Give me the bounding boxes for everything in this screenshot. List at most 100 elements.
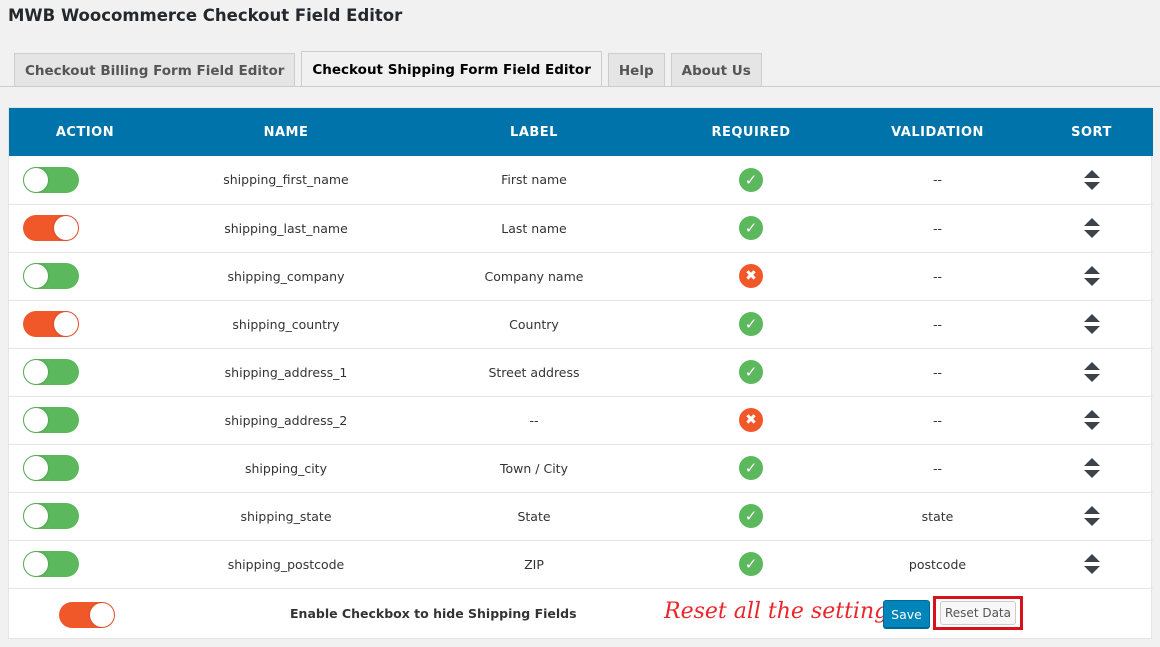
hide-shipping-toggle[interactable]	[59, 602, 115, 628]
check-circle-icon: ✓	[739, 504, 763, 528]
sort-cell	[1030, 396, 1153, 444]
tab-shipping-editor[interactable]: Checkout Shipping Form Field Editor	[301, 51, 602, 87]
col-header-validation: VALIDATION	[891, 124, 984, 140]
check-circle-icon: ✓	[739, 456, 763, 480]
field-enable-toggle[interactable]	[23, 503, 79, 529]
field-label: --	[529, 412, 539, 428]
sort-arrows-icon[interactable]	[1082, 265, 1102, 287]
sort-arrows-icon[interactable]	[1082, 409, 1102, 431]
sort-cell	[1030, 348, 1153, 396]
check-circle-icon: ✓	[739, 216, 763, 240]
col-header-label: LABEL	[510, 124, 558, 140]
required-cell: ✖	[657, 396, 845, 444]
field-name: shipping_city	[244, 460, 327, 476]
field-enable-toggle[interactable]	[23, 359, 79, 385]
field-name: shipping_company	[227, 268, 345, 284]
required-cell: ✓	[657, 444, 845, 492]
toggle-knob	[90, 603, 114, 627]
sort-arrows-icon[interactable]	[1082, 313, 1102, 335]
table-header-row: ACTION NAME LABEL REQUIRED VALIDATION SO…	[9, 108, 1153, 156]
sort-cell	[1030, 156, 1153, 204]
required-cell: ✓	[657, 204, 845, 252]
required-cell: ✖	[657, 252, 845, 300]
toggle-knob	[24, 167, 48, 192]
sort-arrows-icon[interactable]	[1082, 457, 1102, 479]
col-header-name: NAME	[263, 124, 309, 140]
sort-arrows-icon[interactable]	[1082, 553, 1102, 575]
field-name: shipping_country	[232, 316, 340, 332]
sort-cell	[1030, 252, 1153, 300]
check-circle-icon: ✓	[739, 312, 763, 336]
save-button[interactable]: Save	[883, 600, 930, 628]
action-cell	[9, 252, 161, 300]
field-enable-toggle[interactable]	[23, 407, 79, 433]
page-title: MWB Woocommerce Checkout Field Editor	[8, 6, 403, 25]
required-cell: ✓	[657, 540, 845, 588]
field-enable-toggle[interactable]	[23, 455, 79, 481]
field-validation: --	[932, 220, 943, 236]
action-cell	[9, 300, 161, 348]
field-label: ZIP	[524, 556, 544, 572]
table-row: shipping_company Company name ✖ --	[9, 252, 1153, 300]
tab-about-us[interactable]: About Us	[670, 53, 762, 87]
sort-arrows-icon[interactable]	[1082, 217, 1102, 239]
field-validation: --	[932, 172, 943, 188]
col-header-action: ACTION	[55, 124, 115, 140]
field-label: Street address	[488, 364, 580, 380]
field-name: shipping_postcode	[227, 556, 345, 572]
required-cell: ✓	[657, 348, 845, 396]
field-name: shipping_first_name	[223, 172, 349, 188]
field-name: shipping_state	[240, 508, 332, 524]
field-enable-toggle[interactable]	[23, 263, 79, 289]
field-label: Town / City	[500, 460, 568, 476]
field-enable-toggle[interactable]	[23, 551, 79, 577]
tab-billing-editor[interactable]: Checkout Billing Form Field Editor	[14, 53, 296, 87]
action-cell	[9, 492, 161, 540]
toggle-knob	[54, 216, 78, 240]
toggle-knob	[24, 360, 48, 384]
field-label: First name	[501, 172, 567, 188]
field-validation: --	[932, 460, 943, 476]
required-cell: ✓	[657, 300, 845, 348]
field-enable-toggle[interactable]	[23, 166, 79, 193]
sort-arrows-icon[interactable]	[1082, 505, 1102, 527]
fields-panel: ACTION NAME LABEL REQUIRED VALIDATION SO…	[8, 107, 1153, 639]
tab-help[interactable]: Help	[607, 53, 665, 87]
action-cell	[9, 156, 161, 204]
x-circle-icon: ✖	[739, 408, 763, 432]
field-enable-toggle[interactable]	[23, 311, 79, 337]
action-cell	[9, 396, 161, 444]
check-circle-icon: ✓	[739, 360, 763, 384]
toggle-knob	[54, 312, 78, 336]
toggle-knob	[24, 552, 48, 576]
hide-shipping-label: Enable Checkbox to hide Shipping Fields	[290, 606, 577, 621]
field-validation: --	[932, 316, 943, 332]
table-row: shipping_address_2 -- ✖ --	[9, 396, 1153, 444]
reset-highlight-box: Reset Data	[933, 596, 1023, 630]
action-cell	[9, 540, 161, 588]
table-row: shipping_address_1 Street address ✓ --	[9, 348, 1153, 396]
check-circle-icon: ✓	[739, 552, 763, 576]
table-row: shipping_last_name Last name ✓ --	[9, 204, 1153, 252]
table-row: shipping_city Town / City ✓ --	[9, 444, 1153, 492]
col-header-required: REQUIRED	[711, 124, 791, 140]
field-validation: --	[932, 364, 943, 380]
field-label: Last name	[501, 220, 567, 236]
table-row: shipping_first_name First name ✓ --	[9, 156, 1153, 204]
field-label: State	[517, 508, 551, 524]
reset-data-button[interactable]: Reset Data	[940, 601, 1016, 625]
sort-arrows-icon[interactable]	[1082, 361, 1102, 383]
field-validation: --	[932, 412, 943, 428]
required-cell: ✓	[657, 492, 845, 540]
sort-cell	[1030, 300, 1153, 348]
sort-arrows-icon[interactable]	[1082, 169, 1102, 191]
field-validation: state	[921, 508, 954, 524]
field-label: Company name	[484, 268, 584, 284]
field-enable-toggle[interactable]	[23, 215, 79, 241]
tab-bar: Checkout Billing Form Field Editor Check…	[14, 51, 768, 87]
sort-cell	[1030, 444, 1153, 492]
required-cell: ✓	[657, 156, 845, 204]
sort-cell	[1030, 540, 1153, 588]
field-name: shipping_address_1	[224, 364, 348, 380]
check-circle-icon: ✓	[739, 167, 763, 192]
